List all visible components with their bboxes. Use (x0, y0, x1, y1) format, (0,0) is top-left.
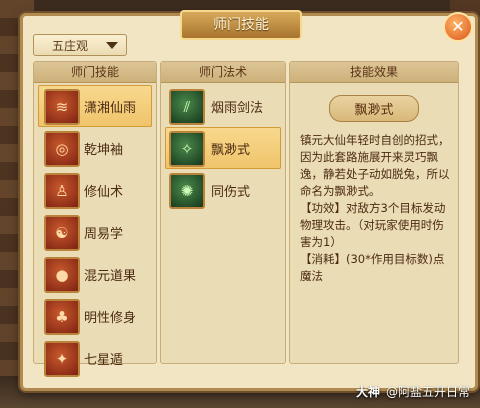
watermark-text: @阿盐五开日常 (385, 385, 470, 399)
spell-row-0[interactable]: ⫽ 烟雨剑法 (165, 85, 281, 127)
skill-label: 修仙术 (84, 185, 124, 200)
spell-row-1[interactable]: ✧ 飘渺式 (165, 127, 281, 169)
effect-name: 飘渺式 (329, 95, 419, 122)
skill-row-0[interactable]: ≋ 潇湘仙雨 (38, 85, 152, 127)
sleeve-swirl-icon: ◎ (44, 131, 80, 167)
skill-row-5[interactable]: ♣ 明性修身 (38, 295, 152, 337)
effect-line: 镇元大仙年轻时自创的招式，因为此套路施展开来灵巧飘逸，静若处子动如脱兔，所以命名… (300, 133, 450, 198)
spells-column: 师门法术 ⫽ 烟雨剑法 ✧ 飘渺式 ✺ 同伤式 (160, 61, 286, 364)
water-swirl-icon: ≋ (44, 89, 80, 125)
sword-rain-icon: ⫽ (169, 89, 205, 125)
effect-column: 技能效果 飘渺式 镇元大仙年轻时自创的招式，因为此套路施展开来灵巧飘逸，静若处子… (289, 61, 459, 364)
whirl-icon: ✧ (169, 131, 205, 167)
watermark: 大神 @阿盐五开日常 (356, 383, 470, 400)
spell-row-2[interactable]: ✺ 同伤式 (165, 169, 281, 211)
effect-description: 镇元大仙年轻时自创的招式，因为此套路施展开来灵巧飘逸，静若处子动如脱兔，所以命名… (300, 132, 452, 285)
spell-label: 烟雨剑法 (211, 101, 264, 116)
skill-label: 周易学 (84, 227, 124, 242)
skill-row-1[interactable]: ◎ 乾坤袖 (38, 127, 152, 169)
window-title: 师门技能 (180, 10, 302, 40)
skills-column: 师门技能 ≋ 潇湘仙雨 ◎ 乾坤袖 ♙ 修仙术 ☯ 周易学 ● 混元道果 ♣ 明… (33, 61, 157, 377)
effect-line: 【功效】对敌方3个目标发动物理攻击。（对玩家使用时伤害为1） (300, 201, 446, 249)
skill-label: 乾坤袖 (84, 143, 124, 158)
skill-label: 七星遁 (84, 353, 124, 368)
effect-line: 【消耗】(30*作用目标数)点魔法 (300, 252, 445, 283)
skill-label: 明性修身 (84, 311, 137, 326)
skills-header: 师门技能 (34, 62, 156, 83)
school-select-value: 五庄观 (52, 39, 89, 53)
skill-row-2[interactable]: ♙ 修仙术 (38, 169, 152, 211)
yinyang-icon: ☯ (44, 215, 80, 251)
chevron-down-icon (106, 42, 118, 49)
orb-icon: ● (44, 257, 80, 293)
skill-row-6[interactable]: ✦ 七星遁 (38, 337, 152, 379)
close-icon: ✕ (451, 17, 465, 36)
skill-label: 潇湘仙雨 (84, 101, 137, 116)
figure-icon: ♙ (44, 173, 80, 209)
skill-row-3[interactable]: ☯ 周易学 (38, 211, 152, 253)
school-select[interactable]: 五庄观 (33, 34, 127, 56)
watermark-brand: 大神 (355, 385, 380, 399)
meditate-icon: ♣ (44, 299, 80, 335)
skill-label: 混元道果 (84, 269, 137, 284)
spells-header: 师门法术 (161, 62, 285, 83)
spell-label: 飘渺式 (211, 143, 251, 158)
close-button[interactable]: ✕ (443, 12, 473, 42)
spell-label: 同伤式 (211, 185, 251, 200)
skill-row-4[interactable]: ● 混元道果 (38, 253, 152, 295)
effect-header: 技能效果 (290, 62, 458, 83)
shared-wound-icon: ✺ (169, 173, 205, 209)
stars-icon: ✦ (44, 341, 80, 377)
